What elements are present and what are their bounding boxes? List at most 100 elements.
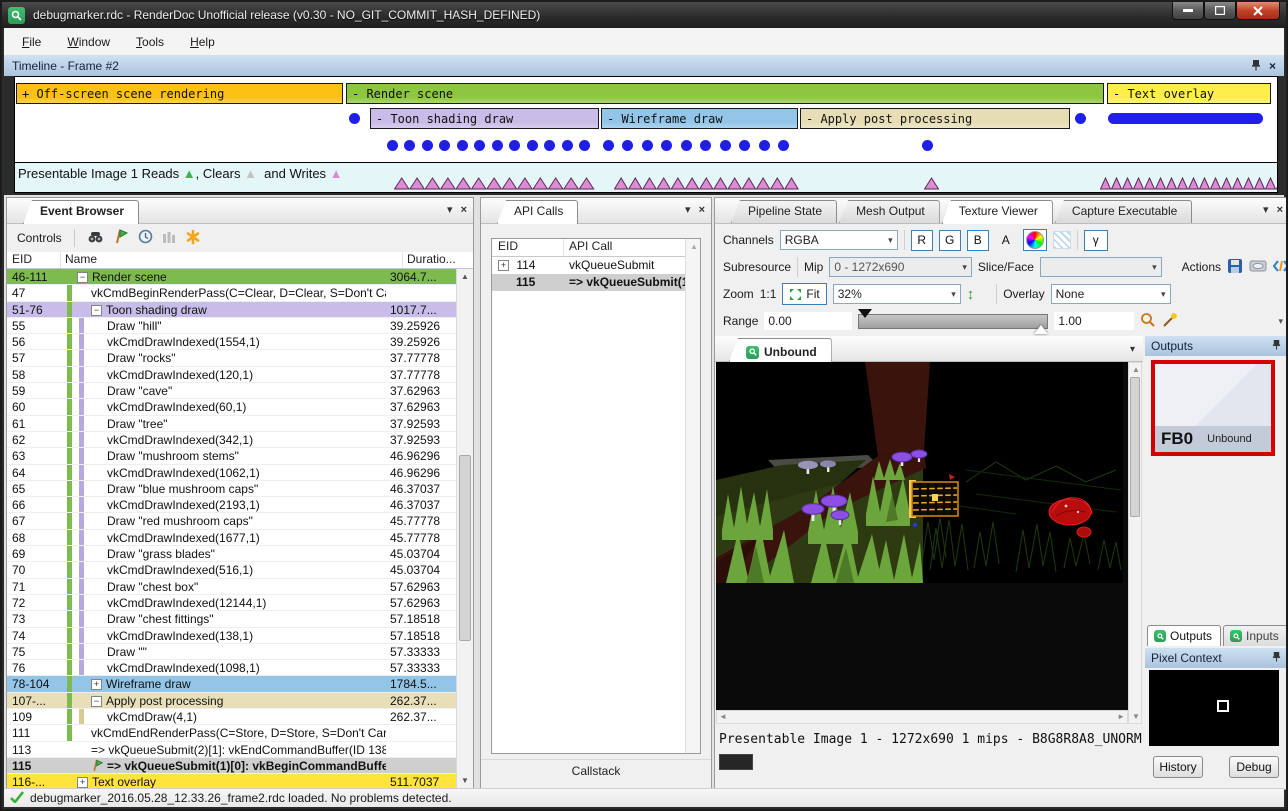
range-max-input[interactable]: 1.00 bbox=[1054, 312, 1134, 330]
timeline-event-dot[interactable] bbox=[579, 140, 590, 151]
event-row[interactable]: 107-...−Apply post processing262.37... bbox=[7, 693, 456, 709]
autofit-wand-icon[interactable] bbox=[1162, 312, 1178, 331]
usage-triangle-run[interactable] bbox=[924, 177, 939, 190]
timeline-bar--off-screen-scene-rendering[interactable]: + Off-screen scene rendering bbox=[16, 83, 343, 104]
save-icon[interactable] bbox=[1227, 258, 1243, 277]
timeline-event-dot[interactable] bbox=[439, 140, 450, 151]
flip-y-icon[interactable]: ↕ bbox=[967, 286, 975, 303]
close-icon[interactable]: × bbox=[461, 204, 467, 216]
event-row[interactable]: 51-76−Toon shading draw1017.7... bbox=[7, 302, 456, 318]
one-to-one-button[interactable]: 1:1 bbox=[760, 287, 777, 301]
range-white-handle[interactable] bbox=[1034, 325, 1048, 334]
timeline-event-dot[interactable] bbox=[387, 140, 398, 151]
mip-select[interactable]: 0 - 1272x690▾ bbox=[829, 257, 972, 277]
menu-file[interactable]: File bbox=[22, 35, 41, 49]
dropdown-icon[interactable]: ▾ bbox=[1263, 203, 1269, 216]
channel-b-button[interactable]: B bbox=[967, 230, 989, 251]
timeline-event-dot[interactable] bbox=[622, 140, 633, 151]
event-row[interactable]: 46-111−Render scene3064.7... bbox=[7, 269, 456, 285]
range-slider[interactable] bbox=[858, 314, 1048, 329]
callstack-footer[interactable]: Callstack bbox=[481, 759, 711, 781]
channels-select[interactable]: RGBA▾ bbox=[780, 230, 898, 250]
event-browser-scrollbar[interactable]: ▲ ▼ bbox=[456, 269, 473, 789]
dropdown-icon[interactable]: ▾ bbox=[447, 203, 453, 216]
goto-resource-icon[interactable] bbox=[1273, 259, 1288, 276]
expand-icon[interactable]: + bbox=[498, 260, 509, 271]
pin-icon[interactable] bbox=[1272, 339, 1281, 353]
timeline-event-dot[interactable] bbox=[661, 140, 672, 151]
pin-icon[interactable] bbox=[1251, 59, 1261, 74]
texture-display[interactable]: ◄ ► bbox=[716, 362, 1128, 724]
event-row[interactable]: 57Draw "rocks"37.77778 bbox=[7, 350, 456, 366]
bookmark-flag-icon[interactable] bbox=[113, 229, 129, 247]
column-name[interactable]: Name bbox=[61, 252, 403, 268]
timeline-event-run[interactable] bbox=[1108, 113, 1263, 124]
timeline-event-dot[interactable] bbox=[922, 140, 933, 151]
gamma-button[interactable]: γ bbox=[1084, 230, 1108, 251]
close-icon[interactable]: × bbox=[1277, 204, 1283, 216]
timeline-event-dot[interactable] bbox=[778, 140, 789, 151]
debug-button[interactable]: Debug bbox=[1229, 756, 1279, 778]
range-min-input[interactable]: 0.00 bbox=[764, 312, 852, 330]
api-table-header[interactable]: EID API Call bbox=[492, 239, 700, 257]
timeline-event-dot[interactable] bbox=[700, 140, 711, 151]
event-row[interactable]: 78-104+Wireframe draw1784.5... bbox=[7, 676, 456, 692]
close-icon[interactable]: × bbox=[699, 204, 705, 216]
timeline-event-dot[interactable] bbox=[642, 140, 653, 151]
timeline-event-dot[interactable] bbox=[1075, 113, 1086, 124]
event-row[interactable]: 65Draw "blue mushroom caps"46.37037 bbox=[7, 481, 456, 497]
event-row[interactable]: 56vkCmdDrawIndexed(1554,1)39.25926 bbox=[7, 334, 456, 350]
viewer-vscrollbar[interactable]: ▲ ▼ bbox=[1128, 362, 1142, 724]
timeline-event-dot[interactable] bbox=[603, 140, 614, 151]
event-row[interactable]: 115=> vkQueueSubmit(1)[0]: vkBeginComman… bbox=[7, 758, 456, 774]
timeline-event-dot[interactable] bbox=[720, 140, 731, 151]
timeline-bar--text-overlay[interactable]: - Text overlay bbox=[1107, 83, 1271, 104]
overlay-select[interactable]: None▾ bbox=[1051, 284, 1171, 304]
pixel-context-header[interactable]: Pixel Context bbox=[1145, 648, 1287, 668]
event-row[interactable]: 63Draw "mushroom stems"46.96296 bbox=[7, 448, 456, 464]
usage-triangle-run[interactable] bbox=[394, 177, 595, 190]
tab-mesh-output[interactable]: Mesh Output bbox=[839, 200, 940, 223]
event-row[interactable]: 69Draw "grass blades"45.03704 bbox=[7, 546, 456, 562]
tab-event-browser[interactable]: Event Browser bbox=[23, 200, 139, 224]
column-duration[interactable]: Duratio... bbox=[403, 252, 473, 268]
more-options-icon[interactable]: ▾ bbox=[1278, 316, 1283, 327]
timeline-event-dot[interactable] bbox=[492, 140, 503, 151]
event-row[interactable]: 109vkCmdDraw(4,1)262.37... bbox=[7, 709, 456, 725]
scrollbar-thumb[interactable] bbox=[459, 455, 471, 641]
collapse-icon[interactable]: − bbox=[91, 305, 102, 316]
api-scrollbar[interactable]: ▲ bbox=[685, 239, 700, 753]
event-row[interactable]: 76vkCmdDrawIndexed(1098,1)57.33333 bbox=[7, 660, 456, 676]
range-black-handle[interactable] bbox=[858, 309, 872, 318]
tab-texture-viewer[interactable]: Texture Viewer bbox=[942, 200, 1053, 224]
options-star-icon[interactable] bbox=[185, 229, 201, 248]
history-button[interactable]: History bbox=[1153, 756, 1203, 778]
event-row[interactable]: 59Draw "cave"37.62963 bbox=[7, 383, 456, 399]
event-row[interactable]: 61Draw "tree"37.92593 bbox=[7, 416, 456, 432]
scroll-down-icon[interactable]: ▼ bbox=[457, 773, 473, 789]
event-row[interactable]: 55Draw "hill"39.25926 bbox=[7, 318, 456, 334]
zoom-range-icon[interactable] bbox=[1140, 312, 1156, 331]
column-eid[interactable]: EID bbox=[7, 252, 61, 268]
outputs-header[interactable]: Outputs bbox=[1145, 336, 1287, 356]
timeline-bar--render-scene[interactable]: - Render scene bbox=[346, 83, 1104, 104]
timeline-event-dot[interactable] bbox=[457, 140, 468, 151]
event-row[interactable]: 75Draw ""57.33333 bbox=[7, 644, 456, 660]
alpha-checker-icon[interactable] bbox=[1053, 231, 1071, 249]
zoom-select[interactable]: 32%▾ bbox=[833, 284, 961, 304]
tab-unbound[interactable]: Unbound bbox=[729, 338, 832, 362]
event-row[interactable]: 70vkCmdDrawIndexed(516,1)45.03704 bbox=[7, 562, 456, 578]
open-external-icon[interactable] bbox=[1249, 259, 1267, 276]
tab-inputs[interactable]: Inputs bbox=[1223, 625, 1288, 646]
timeline-event-dot[interactable] bbox=[544, 140, 555, 151]
timeline-event-dot[interactable] bbox=[509, 140, 520, 151]
minimize-button[interactable] bbox=[1172, 2, 1204, 20]
timeline-event-dot[interactable] bbox=[681, 140, 692, 151]
menu-help[interactable]: Help bbox=[190, 35, 215, 49]
close-icon[interactable]: × bbox=[1269, 59, 1276, 73]
event-row[interactable]: 113=> vkQueueSubmit(2)[1]: vkEndCommandB… bbox=[7, 742, 456, 758]
event-row[interactable]: 66vkCmdDrawIndexed(2193,1)46.37037 bbox=[7, 497, 456, 513]
sliceface-select[interactable]: ▾ bbox=[1040, 257, 1162, 277]
timeline-event-dot[interactable] bbox=[739, 140, 750, 151]
titlebar[interactable]: debugmarker.rdc - RenderDoc Unofficial r… bbox=[2, 2, 1286, 28]
